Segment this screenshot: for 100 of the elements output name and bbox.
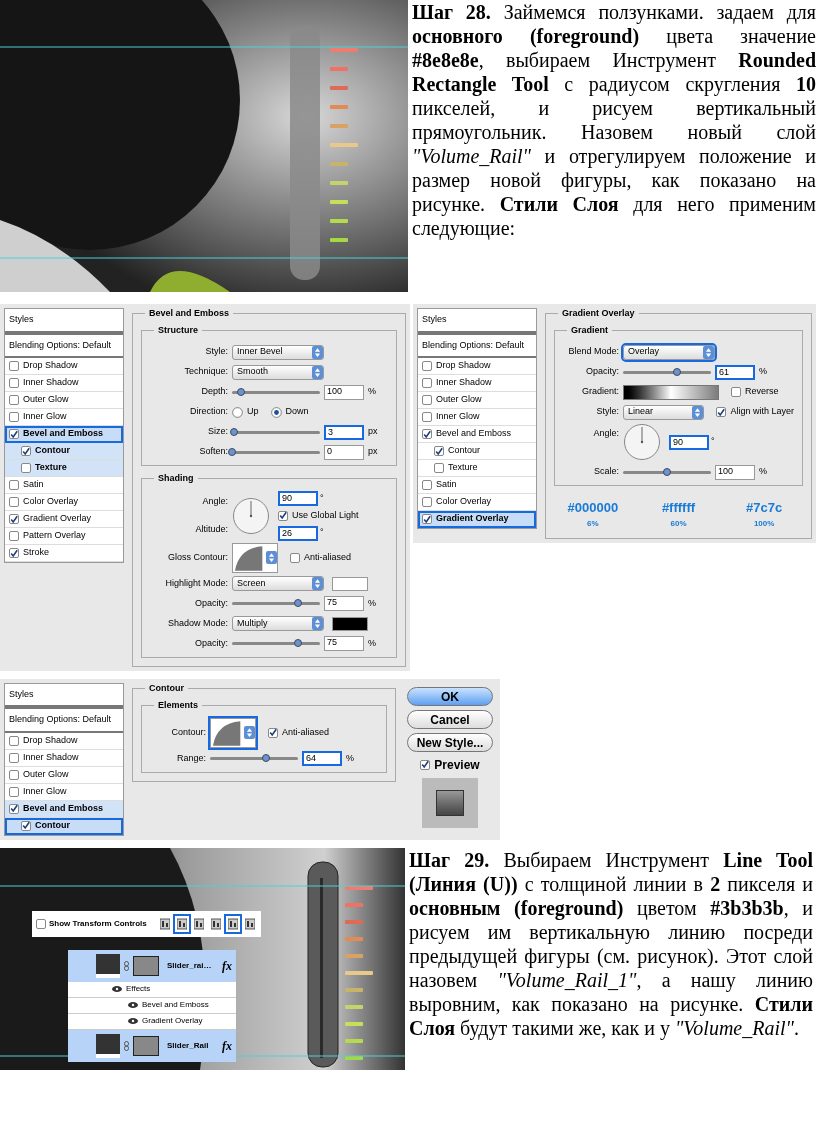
checkbox[interactable] xyxy=(422,514,432,524)
style-list-item[interactable]: Drop Shadow xyxy=(5,358,123,375)
angle-dial[interactable] xyxy=(623,423,661,461)
checkbox[interactable] xyxy=(420,759,431,770)
dialog-button[interactable]: OK xyxy=(407,686,493,706)
style-list-item[interactable]: Gradient Overlay xyxy=(5,511,123,528)
contour-picker[interactable] xyxy=(210,717,256,748)
align-button[interactable] xyxy=(242,915,257,932)
checkbox[interactable] xyxy=(9,803,19,814)
angle-dial[interactable] xyxy=(232,496,270,535)
checkbox[interactable] xyxy=(9,412,19,422)
style-list-item[interactable]: Inner Shadow xyxy=(5,375,123,392)
checkbox[interactable] xyxy=(9,480,19,490)
checkbox[interactable] xyxy=(9,378,19,388)
dialog-button[interactable]: Cancel xyxy=(407,709,493,729)
checkbox[interactable] xyxy=(21,463,31,473)
number-field[interactable]: 0 xyxy=(324,444,364,460)
slider-track[interactable] xyxy=(232,602,320,605)
checkbox[interactable] xyxy=(422,412,432,422)
dropdown[interactable]: Multiply xyxy=(232,616,324,631)
style-list-item[interactable]: Drop Shadow xyxy=(5,732,123,750)
slider-thumb[interactable] xyxy=(663,467,671,476)
checkbox[interactable] xyxy=(9,735,19,746)
number-field[interactable]: 61 xyxy=(715,364,755,380)
slider-track[interactable] xyxy=(232,390,320,394)
style-list-item[interactable]: Texture xyxy=(5,460,123,477)
checkbox[interactable] xyxy=(716,407,727,417)
style-list-item[interactable]: Inner Shadow xyxy=(418,375,536,392)
checkbox[interactable] xyxy=(9,752,19,763)
number-field[interactable]: 3 xyxy=(324,424,364,440)
checkbox[interactable] xyxy=(36,918,46,929)
style-list-item[interactable]: Inner Shadow xyxy=(5,749,123,767)
slider-thumb[interactable] xyxy=(294,639,302,647)
slider-track[interactable] xyxy=(623,370,711,374)
checkbox[interactable] xyxy=(731,387,741,397)
style-list-item[interactable]: Outer Glow xyxy=(5,766,123,784)
style-list-item[interactable]: Texture xyxy=(418,460,536,477)
effect-row[interactable]: Effects xyxy=(68,981,236,998)
align-button[interactable] xyxy=(191,915,206,932)
style-list-item[interactable]: Bevel and Emboss xyxy=(5,426,123,443)
number-field[interactable]: 90 xyxy=(278,491,318,506)
style-list-item[interactable]: Inner Glow xyxy=(418,409,536,426)
slider-thumb[interactable] xyxy=(228,447,236,456)
blending-options-item[interactable]: Blending Options: Default xyxy=(5,334,123,358)
checkbox[interactable] xyxy=(9,497,19,507)
checkbox[interactable] xyxy=(21,446,31,456)
checkbox[interactable] xyxy=(422,378,432,388)
layer-row[interactable]: Slider_rai… fx xyxy=(68,949,236,982)
slider-thumb[interactable] xyxy=(672,367,681,376)
number-field[interactable]: 100 xyxy=(324,384,364,400)
slider-track[interactable] xyxy=(623,470,711,474)
effect-row[interactable]: Bevel and Emboss xyxy=(68,997,236,1014)
dropdown[interactable]: Linear xyxy=(623,404,705,420)
number-field[interactable]: 64 xyxy=(302,751,342,766)
blending-options-item[interactable]: Blending Options: Default xyxy=(5,709,123,733)
checkbox[interactable] xyxy=(9,769,19,780)
checkbox[interactable] xyxy=(422,361,432,371)
number-field[interactable]: 75 xyxy=(324,596,364,611)
checkbox[interactable] xyxy=(290,552,300,563)
align-button[interactable] xyxy=(225,915,240,932)
dropdown[interactable]: Screen xyxy=(232,576,324,591)
checkbox[interactable] xyxy=(9,395,19,405)
slider-track[interactable] xyxy=(232,642,320,645)
number-field[interactable]: 90 xyxy=(669,434,709,450)
style-list-item[interactable]: Bevel and Emboss xyxy=(418,426,536,443)
dropdown[interactable]: Overlay xyxy=(623,344,715,360)
layer-row[interactable]: Slider_Rail fx xyxy=(68,1029,236,1062)
checkbox[interactable] xyxy=(268,727,278,738)
checkbox[interactable] xyxy=(422,497,432,507)
number-field[interactable]: 75 xyxy=(324,636,364,651)
slider-thumb[interactable] xyxy=(262,754,271,762)
style-list-item[interactable]: Stroke xyxy=(5,545,123,562)
color-swatch[interactable] xyxy=(332,576,368,591)
align-button[interactable] xyxy=(174,915,189,932)
checkbox[interactable] xyxy=(9,786,19,797)
style-list-item[interactable]: Outer Glow xyxy=(5,392,123,409)
align-button[interactable] xyxy=(208,915,223,932)
checkbox[interactable] xyxy=(422,429,432,439)
checkbox[interactable] xyxy=(278,510,288,521)
blending-options-item[interactable]: Blending Options: Default xyxy=(418,334,536,358)
radio-icon[interactable] xyxy=(270,406,282,418)
radio-option[interactable]: Down xyxy=(270,405,309,419)
style-list-item[interactable]: Pattern Overlay xyxy=(5,528,123,545)
gradient-picker[interactable] xyxy=(623,384,719,400)
style-list-item[interactable]: Satin xyxy=(5,477,123,494)
radio-option[interactable]: Up xyxy=(232,405,259,419)
checkbox[interactable] xyxy=(434,463,444,473)
checkbox[interactable] xyxy=(422,480,432,490)
slider-thumb[interactable] xyxy=(236,387,245,396)
checkbox[interactable] xyxy=(9,514,19,524)
style-list-item[interactable]: Drop Shadow xyxy=(418,358,536,375)
style-list-item[interactable]: Contour xyxy=(5,443,123,460)
color-swatch[interactable] xyxy=(332,616,368,631)
style-list-item[interactable]: Contour xyxy=(418,443,536,460)
slider-track[interactable] xyxy=(210,757,298,760)
checkbox[interactable] xyxy=(422,395,432,405)
checkbox[interactable] xyxy=(434,446,444,456)
dialog-button[interactable]: New Style... xyxy=(407,732,493,752)
number-field[interactable]: 26 xyxy=(278,525,318,541)
slider-thumb[interactable] xyxy=(229,427,238,436)
